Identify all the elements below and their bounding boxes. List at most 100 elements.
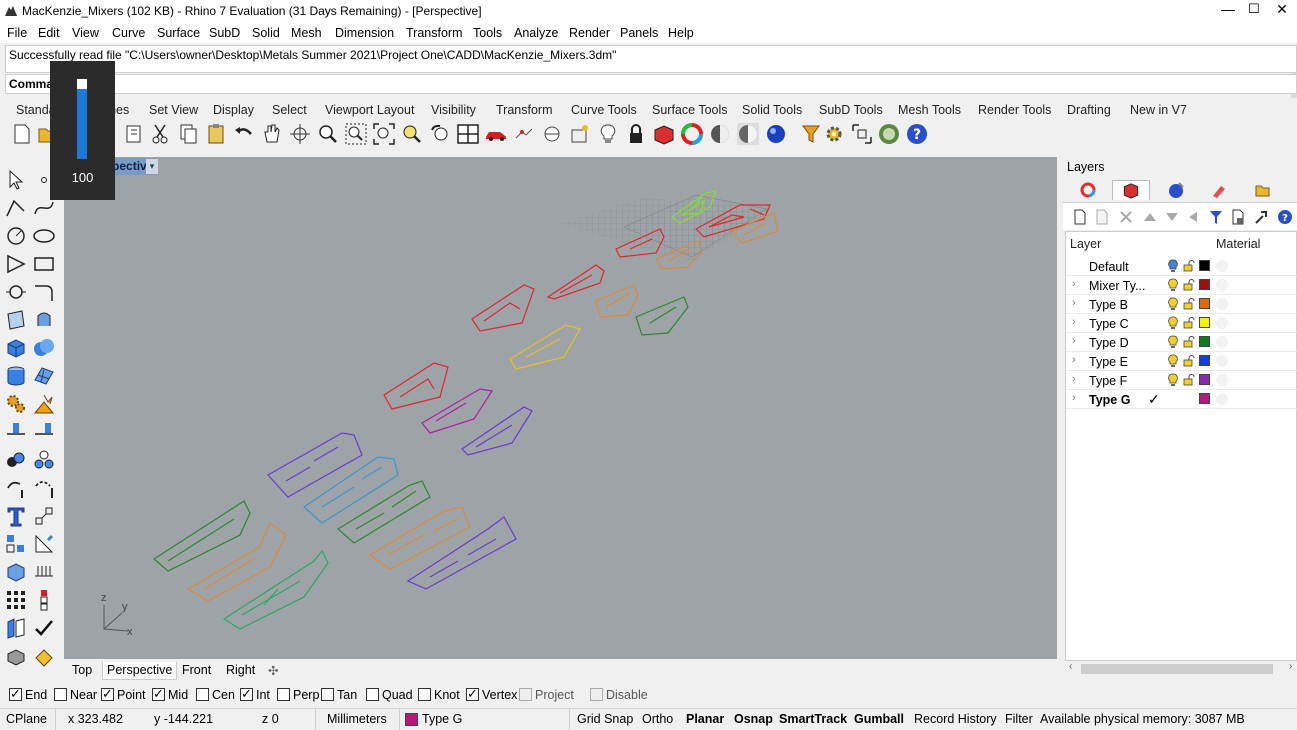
expand-chevron-icon[interactable]: › <box>1072 354 1076 366</box>
layer-row[interactable]: › Type E <box>1066 352 1297 371</box>
rendered-sphere-icon[interactable] <box>736 122 760 146</box>
layer-row[interactable]: › Type G ✓ <box>1066 390 1297 409</box>
globe-icon[interactable] <box>877 122 901 146</box>
menu-transform[interactable]: Transform <box>406 26 463 40</box>
material-sphere-icon[interactable] <box>1216 393 1228 405</box>
blue-sphere-icon[interactable] <box>764 122 788 146</box>
layer-row[interactable]: › Type F <box>1066 371 1297 390</box>
osnap-project[interactable]: Project <box>519 688 574 702</box>
lightbulb-icon[interactable] <box>1167 373 1179 387</box>
menu-view[interactable]: View <box>72 26 99 40</box>
expand-chevron-icon[interactable]: › <box>1072 373 1076 385</box>
opacity-slider-track[interactable] <box>77 79 87 159</box>
layer-color-swatch[interactable] <box>1199 298 1210 309</box>
osnap-mid[interactable]: Mid <box>152 686 188 702</box>
tab-display[interactable]: Display <box>213 103 254 117</box>
arc-icon[interactable] <box>4 252 28 276</box>
tab-new-in-v7[interactable]: New in V7 <box>1130 103 1187 117</box>
menu-curve[interactable]: Curve <box>112 26 145 40</box>
layer-color-swatch[interactable] <box>1199 279 1210 290</box>
lock-icon[interactable] <box>624 122 648 146</box>
circle-icon[interactable] <box>4 224 28 248</box>
expand-chevron-icon[interactable]: › <box>1072 392 1076 404</box>
surface-corner-icon[interactable] <box>4 308 28 332</box>
layer-name[interactable]: Default <box>1089 260 1149 274</box>
viewport-menu-chevron-icon[interactable]: ▾ <box>146 159 158 174</box>
pan-icon[interactable] <box>260 122 284 146</box>
osnap-checkbox[interactable] <box>366 688 379 701</box>
expand-chevron-icon[interactable]: › <box>1072 278 1076 290</box>
unlock-icon[interactable] <box>1183 317 1195 329</box>
layer-row[interactable]: › Mixer Ty... <box>1066 276 1297 295</box>
unlock-icon[interactable] <box>1183 279 1195 291</box>
tab-subd-tools[interactable]: SubD Tools <box>819 103 883 117</box>
gumball-icon[interactable] <box>850 122 874 146</box>
layer-name[interactable]: Mixer Ty... <box>1089 279 1149 293</box>
fillet-curve-icon[interactable] <box>32 280 56 304</box>
drafting-icon[interactable] <box>800 122 824 146</box>
menu-analyze[interactable]: Analyze <box>514 26 558 40</box>
color-wheel-tab-icon[interactable] <box>1069 180 1107 200</box>
zoom-dynamic-icon[interactable] <box>316 122 340 146</box>
osnap-vertex[interactable]: Vertex <box>466 686 517 702</box>
osnap-disable[interactable]: Disable <box>590 688 648 702</box>
osnap-checkbox[interactable] <box>9 686 22 702</box>
layer-name[interactable]: Type C <box>1089 317 1149 331</box>
menu-help[interactable]: Help <box>668 26 694 40</box>
import-icon[interactable] <box>122 122 146 146</box>
trim-icon[interactable] <box>4 420 28 444</box>
shaded-icon[interactable] <box>652 122 676 146</box>
extrude-surface-icon[interactable] <box>4 616 28 640</box>
array-linear-icon[interactable] <box>32 588 56 612</box>
menu-surface[interactable]: Surface <box>157 26 200 40</box>
polyline-icon[interactable] <box>4 196 28 220</box>
material-sphere-icon[interactable] <box>1216 279 1228 291</box>
close-button[interactable]: ✕ <box>1272 1 1292 21</box>
unlock-icon[interactable] <box>1183 355 1195 367</box>
scroll-left-icon[interactable]: ‹ <box>1069 661 1072 672</box>
unlock-icon[interactable] <box>1183 336 1195 348</box>
grid-icon[interactable] <box>568 122 592 146</box>
menu-subd[interactable]: SubD <box>209 26 240 40</box>
new-layer-icon[interactable] <box>1073 209 1087 225</box>
ortho-toggle[interactable]: Ortho <box>642 712 673 726</box>
layer-properties-icon[interactable] <box>1231 209 1245 225</box>
ungroup-icon[interactable] <box>32 448 56 472</box>
status-units[interactable]: Millimeters <box>327 712 387 726</box>
solid-box-icon[interactable] <box>4 560 28 584</box>
scale-icon[interactable] <box>32 476 56 500</box>
explode-icon[interactable] <box>32 392 56 416</box>
osnap-checkbox[interactable] <box>277 688 290 701</box>
expand-chevron-icon[interactable]: › <box>1072 297 1076 309</box>
lightbulb-icon[interactable] <box>1167 316 1179 330</box>
menu-edit[interactable]: Edit <box>38 26 60 40</box>
expand-chevron-icon[interactable]: › <box>1072 316 1076 328</box>
smarttrack-toggle[interactable]: SmartTrack <box>779 712 847 726</box>
tab-viewport-layout[interactable]: Viewport Layout <box>325 103 414 117</box>
planar-toggle[interactable]: Planar <box>686 712 724 726</box>
view-tab-front[interactable]: Front <box>178 662 215 680</box>
scroll-right-icon[interactable]: › <box>1289 661 1292 672</box>
tab-solid-tools[interactable]: Solid Tools <box>742 103 802 117</box>
undo-view-icon[interactable] <box>428 122 452 146</box>
extrude-icon[interactable] <box>32 308 56 332</box>
grid-snap-toggle[interactable]: Grid Snap <box>577 712 633 726</box>
tab-curve-tools[interactable]: Curve Tools <box>571 103 637 117</box>
material-icon[interactable] <box>708 122 732 146</box>
material-column-header[interactable]: Material <box>1216 237 1260 251</box>
lightbulb-icon[interactable] <box>1167 259 1179 273</box>
menu-panels[interactable]: Panels <box>620 26 658 40</box>
menu-dimension[interactable]: Dimension <box>335 26 394 40</box>
options-icon[interactable] <box>512 122 536 146</box>
maximize-button[interactable]: ☐ <box>1244 1 1264 21</box>
osnap-near[interactable]: Near <box>54 688 97 702</box>
ellipse-icon[interactable] <box>32 224 56 248</box>
material-sphere-icon[interactable] <box>1216 355 1228 367</box>
checkmark-icon[interactable] <box>32 616 56 640</box>
layer-row[interactable]: Default <box>1066 257 1297 276</box>
osnap-checkbox[interactable] <box>466 686 479 702</box>
status-layer-swatch[interactable] <box>405 713 418 726</box>
lightbulb-icon[interactable] <box>1167 297 1179 311</box>
text-icon[interactable] <box>4 504 28 528</box>
layer-color-swatch[interactable] <box>1199 336 1210 347</box>
